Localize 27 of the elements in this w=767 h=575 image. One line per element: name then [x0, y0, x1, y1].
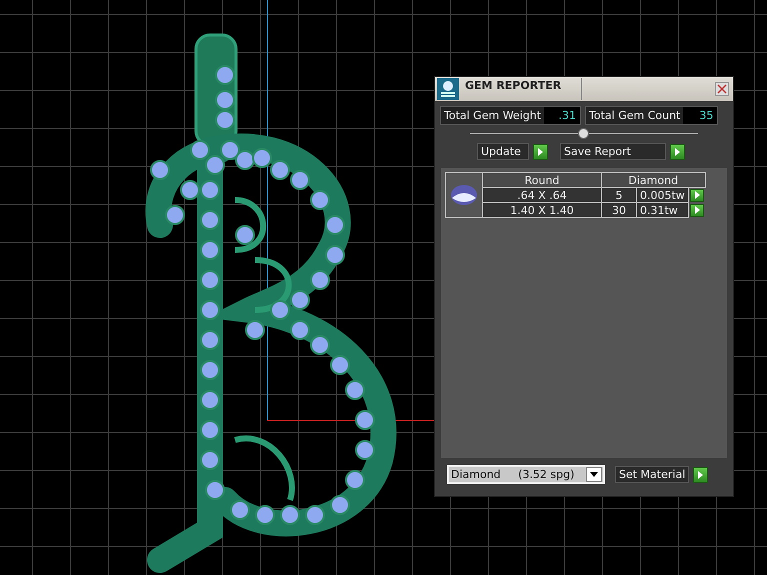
play-arrow-button[interactable] — [693, 466, 708, 482]
material-dropdown[interactable]: Diamond (3.52 spg) — [447, 465, 605, 484]
play-arrow-button[interactable] — [670, 144, 685, 160]
play-arrow-button[interactable] — [533, 144, 548, 160]
column-header: Round — [482, 172, 602, 188]
window-title: GEM REPORTER — [465, 78, 562, 92]
total-label: Total Gem Count — [588, 108, 682, 124]
total-value: 35 — [683, 107, 718, 124]
table-cell: 0.31tw — [636, 202, 688, 218]
table-cell: 0.005tw — [636, 188, 688, 202]
total-value: .31 — [544, 107, 580, 124]
collapse-handle[interactable] — [578, 128, 589, 139]
total-label: Total Gem Weight — [443, 108, 542, 124]
play-arrow-button[interactable] — [690, 188, 704, 202]
table-cell: 1.40 X 1.40 — [482, 202, 602, 218]
action-button[interactable]: Update — [477, 143, 529, 160]
close-icon — [717, 84, 727, 94]
action-button[interactable]: Save Report — [560, 143, 666, 160]
set-material-button[interactable]: Set Material — [615, 466, 690, 483]
close-button[interactable] — [715, 82, 729, 96]
app-icon — [437, 78, 459, 100]
play-arrow-button[interactable] — [690, 204, 704, 216]
caret-icon — [590, 472, 598, 477]
table-cell: 30 — [602, 202, 636, 218]
column-header: Diamond — [602, 172, 705, 188]
table-cell: 5 — [602, 188, 636, 202]
table-cell: .64 X .64 — [482, 188, 602, 202]
